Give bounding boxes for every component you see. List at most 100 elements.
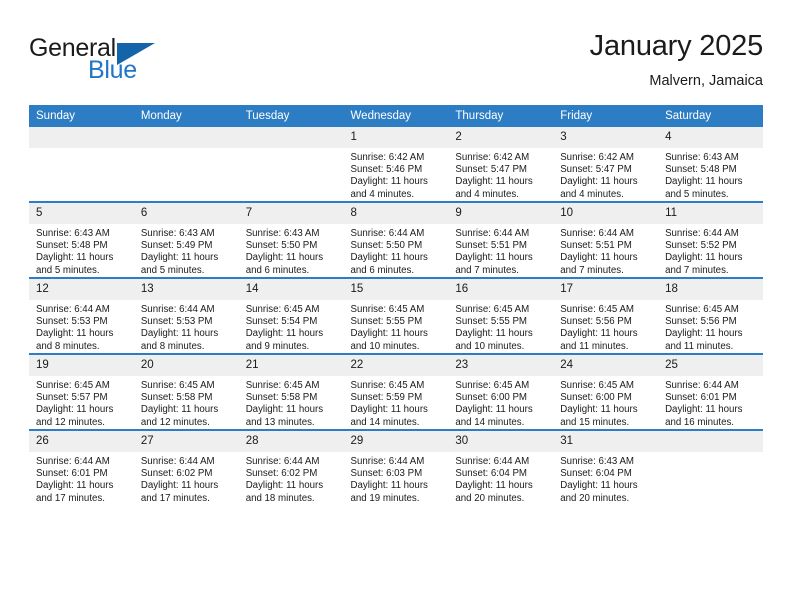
day-number: 11 (658, 203, 763, 224)
daylight-text-line1: Daylight: 11 hours (455, 404, 533, 416)
sunset-text: Sunset: 5:57 PM (36, 392, 108, 404)
sunrise-text: Sunrise: 6:45 AM (560, 380, 634, 391)
sunrise-text: Sunrise: 6:45 AM (560, 304, 634, 315)
day-cell[interactable]: 30 Sunrise: 6:44 AM Sunset: 6:04 PM Dayligh… (448, 429, 554, 505)
day-cell[interactable]: 1 Sunrise: 6:42 AM Sunset: 5:46 PM Daylight… (343, 127, 449, 202)
day-cell[interactable]: 23 Sunrise: 6:45 AM Sunset: 6:00 PM Dayligh… (448, 353, 554, 430)
day-cell[interactable]: 2 Sunrise: 6:42 AM Sunset: 5:47 PM Daylight… (448, 127, 554, 202)
sunset-text: Sunset: 5:56 PM (560, 316, 632, 328)
sunrise-text: Sunrise: 6:44 AM (350, 228, 425, 239)
day-cell[interactable]: 11 Sunrise: 6:44 AM Sunset: 5:52 PM Dayligh… (658, 201, 763, 278)
day-cell[interactable]: 8 Sunrise: 6:44 AM Sunset: 5:50 PM Daylight… (343, 201, 449, 278)
day-number (133, 127, 239, 148)
weekday-header-thursday: Thursday (448, 105, 554, 127)
daylight-text-line2: and 8 minutes. (140, 340, 205, 352)
day-cell[interactable]: 7 Sunrise: 6:43 AM Sunset: 5:50 PM Daylight… (238, 201, 344, 278)
sunset-text: Sunset: 5:55 PM (455, 316, 527, 328)
day-details: Sunrise: 6:45 AM Sunset: 5:54 PM Daylight:… (239, 300, 344, 353)
day-cell[interactable] (29, 127, 134, 202)
day-cell[interactable]: 10 Sunrise: 6:44 AM Sunset: 5:51 PM Dayligh… (553, 201, 659, 278)
day-cell[interactable]: 31 Sunrise: 6:43 AM Sunset: 6:04 PM Dayligh… (553, 429, 659, 505)
day-cell[interactable] (658, 429, 763, 505)
daylight-text-line1: Daylight: 11 hours (245, 328, 324, 340)
day-cell[interactable]: 22 Sunrise: 6:45 AM Sunset: 5:59 PM Dayligh… (343, 353, 449, 430)
day-details: Sunrise: 6:45 AM Sunset: 6:00 PM Daylight:… (448, 376, 553, 429)
daylight-text-line2: and 14 minutes. (350, 416, 420, 428)
sunset-text: Sunset: 6:03 PM (350, 468, 423, 480)
daylight-text-line1: Daylight: 11 hours (245, 404, 324, 416)
sunrise-text: Sunrise: 6:44 AM (665, 228, 739, 239)
daylight-text-line1: Daylight: 11 hours (140, 252, 219, 264)
day-cell[interactable]: 26 Sunrise: 6:44 AM Sunset: 6:01 PM Dayligh… (29, 429, 134, 505)
calendar-page: General Blue January 2025 Malvern, Jamai… (0, 0, 792, 612)
day-cell[interactable]: 9 Sunrise: 6:44 AM Sunset: 5:51 PM Daylight… (448, 201, 554, 278)
sunrise-text: Sunrise: 6:44 AM (665, 380, 739, 391)
sunrise-text: Sunrise: 6:43 AM (560, 456, 634, 467)
day-number: 21 (238, 355, 344, 376)
day-cell[interactable]: 21 Sunrise: 6:45 AM Sunset: 5:58 PM Dayligh… (238, 353, 344, 430)
day-cell[interactable]: 15 Sunrise: 6:45 AM Sunset: 5:55 PM Dayligh… (343, 277, 449, 354)
daylight-text-line1: Daylight: 11 hours (140, 328, 219, 340)
day-cell[interactable]: 13 Sunrise: 6:44 AM Sunset: 5:53 PM Dayligh… (133, 277, 239, 354)
week-row: 1 Sunrise: 6:42 AM Sunset: 5:46 PM Daylight… (29, 127, 763, 202)
week-row: 26 Sunrise: 6:44 AM Sunset: 6:01 PM Dayligh… (29, 429, 763, 505)
sunset-text: Sunset: 6:01 PM (36, 468, 108, 480)
day-number: 27 (133, 431, 239, 452)
day-number: 3 (553, 127, 659, 148)
day-cell[interactable]: 18 Sunrise: 6:45 AM Sunset: 5:56 PM Dayligh… (658, 277, 763, 354)
day-cell[interactable]: 20 Sunrise: 6:45 AM Sunset: 5:58 PM Dayligh… (133, 353, 239, 430)
day-details: Sunrise: 6:45 AM Sunset: 5:58 PM Daylight:… (239, 376, 344, 429)
daylight-text-line1: Daylight: 11 hours (245, 252, 324, 264)
weekday-header-monday: Monday (133, 105, 239, 127)
sunrise-text: Sunrise: 6:45 AM (245, 304, 320, 315)
day-details: Sunrise: 6:42 AM Sunset: 5:47 PM Daylight:… (553, 148, 658, 201)
day-details: Sunrise: 6:45 AM Sunset: 6:00 PM Daylight:… (553, 376, 658, 429)
week-row: 12 Sunrise: 6:44 AM Sunset: 5:53 PM Dayligh… (29, 277, 763, 354)
page-title: January 2025 (589, 30, 764, 62)
day-cell[interactable]: 12 Sunrise: 6:44 AM Sunset: 5:53 PM Dayligh… (29, 277, 134, 354)
sunrise-text: Sunrise: 6:44 AM (245, 456, 320, 467)
day-details: Sunrise: 6:44 AM Sunset: 5:50 PM Daylight:… (344, 224, 449, 277)
brand-logo[interactable]: General Blue (29, 34, 159, 90)
day-cell[interactable]: 19 Sunrise: 6:45 AM Sunset: 5:57 PM Dayligh… (29, 353, 134, 430)
day-cell[interactable]: 17 Sunrise: 6:45 AM Sunset: 5:56 PM Dayligh… (553, 277, 659, 354)
day-cell[interactable] (238, 127, 344, 202)
day-cell[interactable]: 3 Sunrise: 6:42 AM Sunset: 5:47 PM Daylight… (553, 127, 659, 202)
sunset-text: Sunset: 5:51 PM (560, 240, 632, 252)
daylight-text-line2: and 18 minutes. (245, 492, 315, 504)
day-details: Sunrise: 6:44 AM Sunset: 5:51 PM Daylight:… (448, 224, 553, 277)
day-cell[interactable]: 28 Sunrise: 6:44 AM Sunset: 6:02 PM Dayligh… (238, 429, 344, 505)
daylight-text-line1: Daylight: 11 hours (36, 252, 114, 264)
day-cell[interactable]: 24 Sunrise: 6:45 AM Sunset: 6:00 PM Dayligh… (553, 353, 659, 430)
daylight-text-line2: and 6 minutes. (350, 264, 415, 276)
sunrise-text: Sunrise: 6:44 AM (36, 304, 110, 315)
day-cell[interactable]: 14 Sunrise: 6:45 AM Sunset: 5:54 PM Dayligh… (238, 277, 344, 354)
day-number: 26 (29, 431, 134, 452)
day-cell[interactable]: 25 Sunrise: 6:44 AM Sunset: 6:01 PM Dayligh… (658, 353, 763, 430)
day-cell[interactable] (133, 127, 239, 202)
day-cell[interactable]: 5 Sunrise: 6:43 AM Sunset: 5:48 PM Daylight… (29, 201, 134, 278)
daylight-text-line2: and 14 minutes. (455, 416, 525, 428)
day-details: Sunrise: 6:43 AM Sunset: 6:04 PM Daylight:… (553, 452, 658, 505)
day-cell[interactable]: 29 Sunrise: 6:44 AM Sunset: 6:03 PM Dayligh… (343, 429, 449, 505)
daylight-text-line1: Daylight: 11 hours (560, 404, 638, 416)
day-cell[interactable]: 16 Sunrise: 6:45 AM Sunset: 5:55 PM Dayligh… (448, 277, 554, 354)
sunrise-text: Sunrise: 6:45 AM (245, 380, 320, 391)
day-cell[interactable]: 27 Sunrise: 6:44 AM Sunset: 6:02 PM Dayligh… (133, 429, 239, 505)
day-number: 2 (448, 127, 554, 148)
day-details: Sunrise: 6:44 AM Sunset: 6:01 PM Daylight:… (29, 452, 134, 505)
daylight-text-line2: and 6 minutes. (245, 264, 310, 276)
day-details: Sunrise: 6:43 AM Sunset: 5:48 PM Daylight:… (29, 224, 134, 277)
page-subtitle: Malvern, Jamaica (649, 73, 763, 89)
day-number (658, 431, 763, 452)
day-number: 9 (448, 203, 554, 224)
day-number: 29 (343, 431, 449, 452)
sunset-text: Sunset: 6:02 PM (245, 468, 318, 480)
day-details (29, 148, 134, 152)
day-number: 16 (448, 279, 554, 300)
day-details: Sunrise: 6:45 AM Sunset: 5:56 PM Daylight:… (553, 300, 658, 353)
daylight-text-line1: Daylight: 11 hours (350, 252, 428, 264)
day-cell[interactable]: 6 Sunrise: 6:43 AM Sunset: 5:49 PM Daylight… (133, 201, 239, 278)
sunset-text: Sunset: 6:00 PM (560, 392, 632, 404)
day-cell[interactable]: 4 Sunrise: 6:43 AM Sunset: 5:48 PM Daylight… (658, 127, 763, 202)
